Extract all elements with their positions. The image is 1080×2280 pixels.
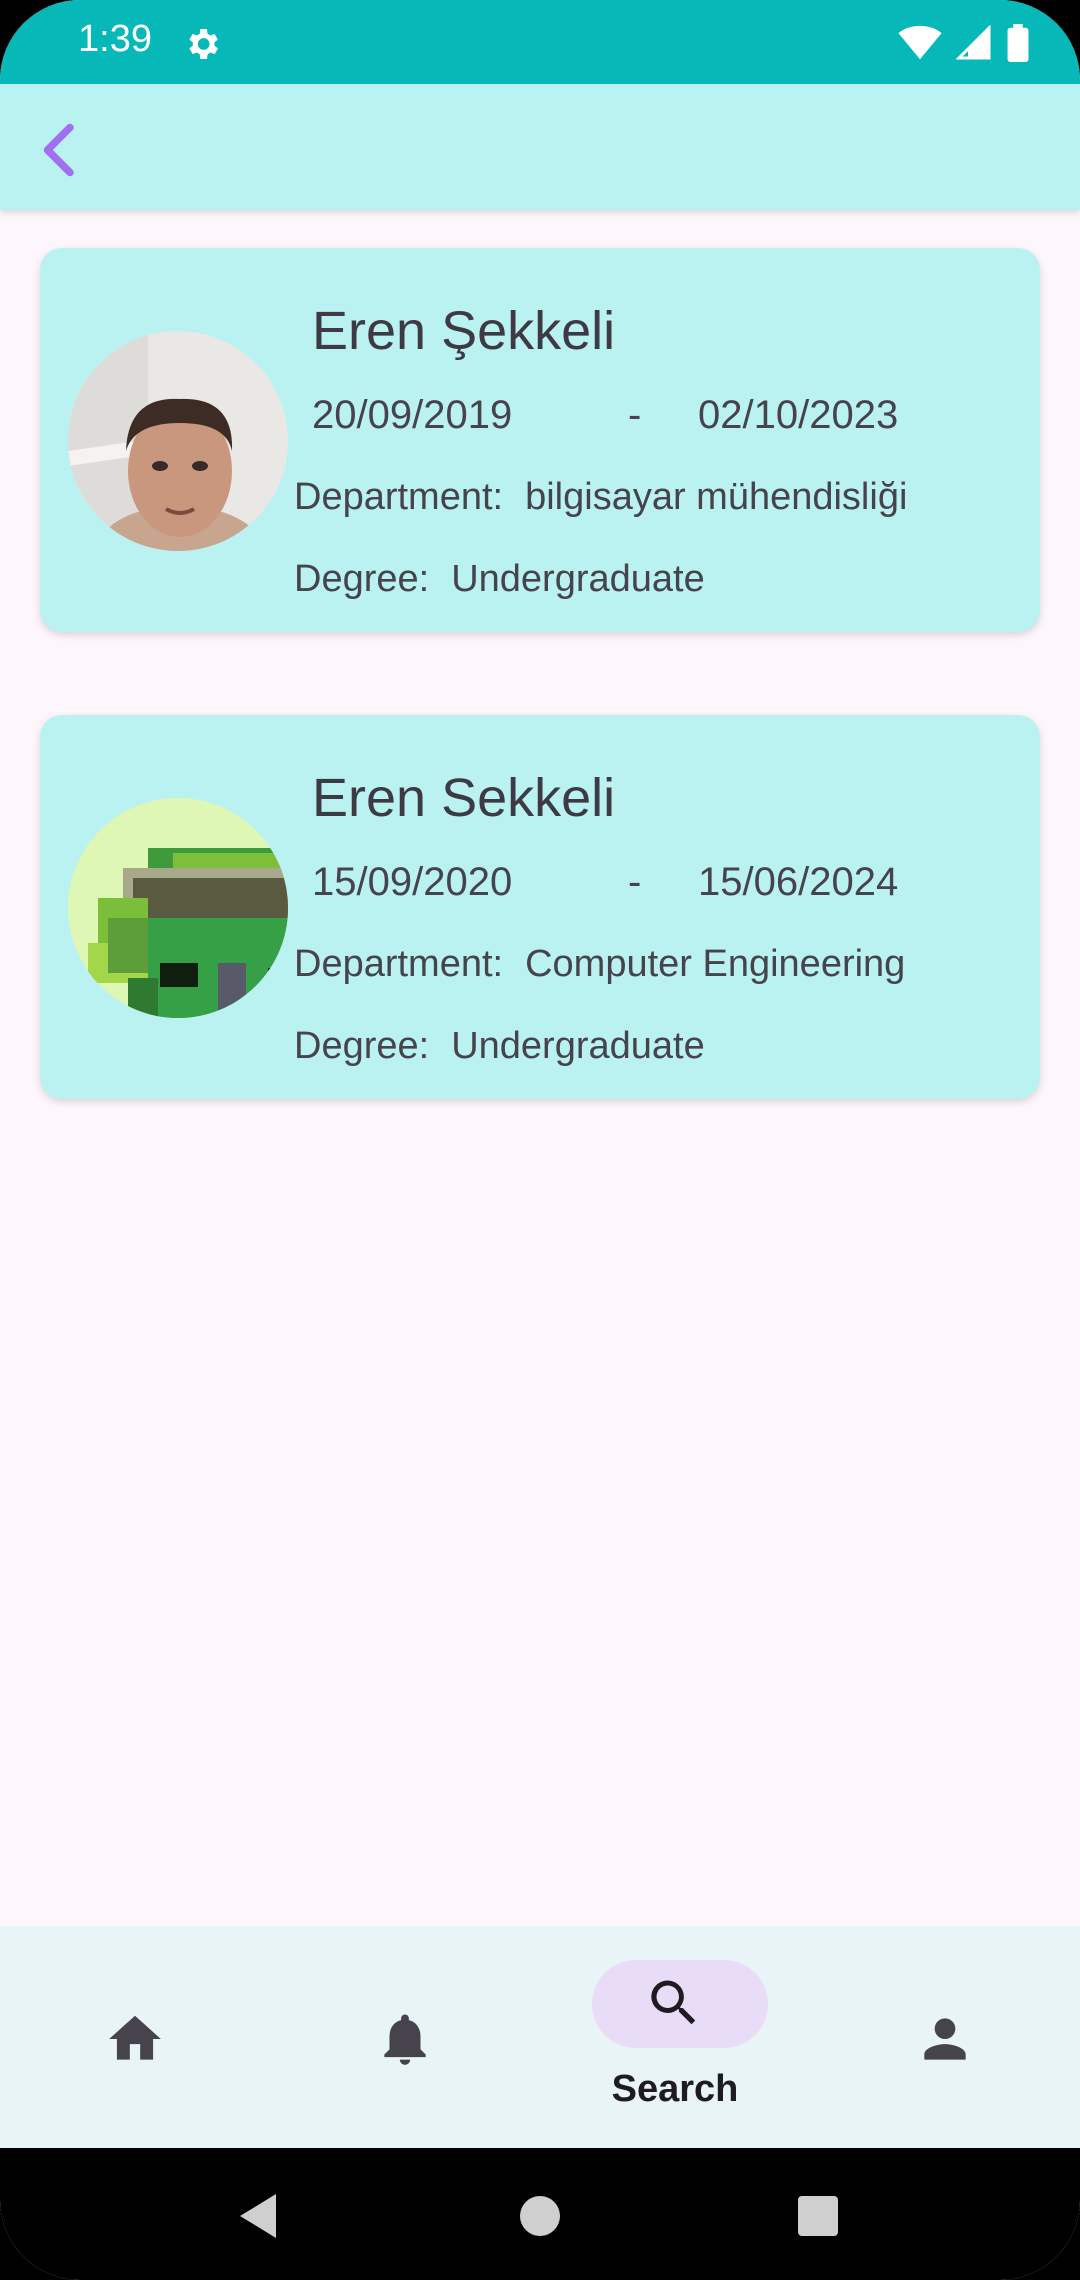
app-bar [0,84,1080,210]
date-separator: - [628,393,642,437]
signal-icon [956,25,991,60]
status-time: 1:39 [78,18,152,60]
nav-search[interactable]: Search [540,1926,810,2148]
nav-search-label: Search [611,2068,739,2110]
department-value: bilgisayar mühendisliği [525,476,908,518]
person-icon [924,2018,966,2060]
degree-value: Undergraduate [451,1025,705,1067]
wifi-icon [898,25,942,60]
bell-icon [384,2014,426,2065]
department-label: Department: [294,476,504,518]
end-date: 15/06/2024 [698,860,899,904]
back-chevron-icon[interactable] [30,120,90,180]
degree-row: Degree: Undergraduate [294,558,705,601]
status-bar: 1:39 [0,0,1080,84]
department-value: Computer Engineering [525,943,906,985]
result-card[interactable]: Eren Sekkeli 15/09/2020 - 15/06/2024 Dep… [40,715,1040,1099]
date-range: 20/09/2019 - 02/10/2023 [312,393,1012,443]
start-date: 15/09/2020 [312,860,513,904]
person-name: Eren Sekkeli [312,768,616,828]
back-triangle-icon[interactable] [236,2192,280,2240]
department-label: Department: [294,943,504,985]
department-row: Department: Computer Engineering [294,943,905,986]
degree-row: Degree: Undergraduate [294,1025,705,1068]
profile-photo-avatar [68,331,288,551]
battery-icon [1007,24,1029,62]
nav-home[interactable] [0,1926,270,2148]
recents-square-icon[interactable] [798,2196,838,2236]
degree-label: Degree: [294,1025,430,1067]
result-card[interactable]: Eren Şekkeli 20/09/2019 - 02/10/2023 Dep… [40,248,1040,632]
start-date: 20/09/2019 [312,393,513,437]
date-range: 15/09/2020 - 15/06/2024 [312,860,1012,910]
screen: 1:39 Eren Şekkeli 20/09/2019 - 02/10/202… [0,0,1080,2280]
person-name: Eren Şekkeli [312,301,616,361]
degree-value: Undergraduate [451,558,705,600]
end-date: 02/10/2023 [698,393,899,437]
nav-notifications[interactable] [270,1926,540,2148]
system-navigation-bar [0,2148,1080,2280]
settings-icon [189,29,218,59]
degree-label: Degree: [294,558,430,600]
date-separator: - [628,860,642,904]
home-circle-icon[interactable] [518,2194,562,2238]
search-icon [651,1980,696,2025]
status-icons [898,24,1030,62]
home-icon [109,2015,161,2060]
department-row: Department: bilgisayar mühendisliği [294,476,907,519]
pixel-art-avatar [68,798,288,1018]
nav-profile[interactable] [810,1926,1080,2148]
bottom-navigation: Search [0,1926,1080,2148]
